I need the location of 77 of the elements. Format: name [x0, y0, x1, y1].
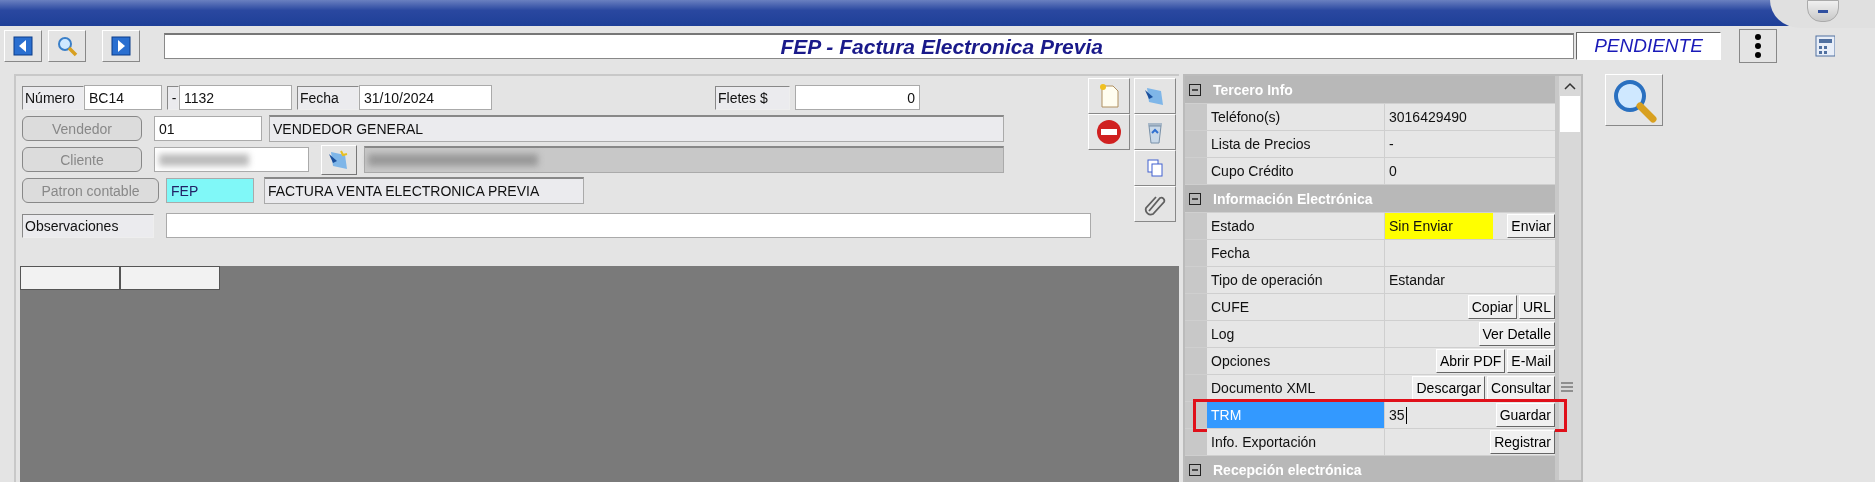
- scroll-up-icon[interactable]: [1564, 82, 1576, 90]
- property-button[interactable]: Copiar: [1467, 295, 1517, 319]
- calculator-icon[interactable]: [1815, 35, 1835, 57]
- property-button[interactable]: Consultar: [1487, 376, 1555, 400]
- separator-label: -: [167, 85, 179, 110]
- lookup-button[interactable]: [321, 144, 357, 175]
- new-document-icon: [1098, 83, 1120, 109]
- property-button[interactable]: Enviar: [1507, 214, 1555, 238]
- property-name[interactable]: Lista de Precios: [1207, 131, 1385, 157]
- fletes-label: Fletes $: [715, 85, 790, 110]
- recycle-bin-button[interactable]: [1134, 114, 1176, 150]
- cliente-code-field[interactable]: [154, 147, 309, 172]
- property-name[interactable]: Cupo Crédito: [1207, 158, 1385, 184]
- fletes-field[interactable]: 0: [795, 85, 920, 110]
- property-name[interactable]: CUFE: [1207, 294, 1385, 320]
- new-document-button[interactable]: [1088, 78, 1130, 114]
- edit-button[interactable]: [1134, 78, 1176, 114]
- property-value: 3016429490: [1389, 108, 1468, 127]
- previous-icon: [13, 36, 33, 56]
- property-value: 0: [1389, 162, 1398, 181]
- serie-field[interactable]: BC14: [84, 85, 162, 110]
- property-name[interactable]: Info. Exportación: [1207, 429, 1385, 455]
- property-name[interactable]: Log: [1207, 321, 1385, 347]
- attach-button[interactable]: [1134, 186, 1176, 222]
- copy-icon: [1146, 158, 1164, 178]
- patron-code-field[interactable]: FEP: [166, 178, 254, 203]
- stop-icon: [1096, 119, 1122, 145]
- property-button[interactable]: E-Mail: [1507, 349, 1555, 373]
- collapse-icon[interactable]: [1189, 83, 1201, 96]
- next-icon: [111, 36, 131, 56]
- property-button[interactable]: URL: [1519, 295, 1555, 319]
- numero-label: Número: [22, 85, 84, 110]
- vendedor-name-field: VENDEDOR GENERAL: [269, 115, 1004, 142]
- property-input[interactable]: 35: [1389, 402, 1407, 428]
- fecha-label: Fecha: [297, 85, 359, 110]
- observaciones-field[interactable]: [166, 213, 1091, 238]
- search-icon: [56, 35, 78, 57]
- property-value: Estandar: [1389, 271, 1447, 290]
- observaciones-label: Observaciones: [22, 213, 154, 238]
- property-button[interactable]: Guardar: [1495, 403, 1555, 427]
- more-options-button[interactable]: [1739, 29, 1777, 63]
- property-button[interactable]: Abrir PDF: [1435, 349, 1506, 373]
- section-title: Tercero Info: [1213, 81, 1293, 98]
- vendedor-code-field[interactable]: 01: [154, 116, 262, 141]
- property-button[interactable]: Ver Detalle: [1478, 322, 1555, 346]
- property-name[interactable]: Teléfono(s): [1207, 104, 1385, 130]
- search-button[interactable]: [48, 30, 86, 62]
- property-value: Sin Enviar: [1385, 213, 1493, 239]
- recycle-bin-icon: [1146, 120, 1164, 144]
- property-value: -: [1389, 135, 1395, 154]
- section-title: Información Electrónica: [1213, 190, 1373, 207]
- next-button[interactable]: [102, 30, 140, 62]
- property-name[interactable]: Fecha: [1207, 240, 1385, 266]
- collapse-icon[interactable]: [1189, 192, 1201, 205]
- property-button[interactable]: Descargar: [1412, 376, 1486, 400]
- property-button[interactable]: Registrar: [1490, 430, 1555, 454]
- section-title: Recepción electrónica: [1213, 461, 1362, 478]
- patron-name-field: FACTURA VENTA ELECTRONICA PREVIA: [264, 177, 584, 204]
- numero-field[interactable]: 1132: [179, 85, 292, 110]
- property-name[interactable]: Estado: [1207, 213, 1385, 239]
- copy-button[interactable]: [1134, 150, 1176, 186]
- stop-button[interactable]: [1088, 114, 1130, 150]
- search-icon: [1611, 77, 1657, 123]
- scrollbar-thumb[interactable]: [1560, 96, 1580, 132]
- vertical-dots-icon: [1754, 33, 1762, 59]
- scrollbar[interactable]: [1559, 76, 1581, 480]
- document-title: FEP - Factura Electronica Previa: [164, 33, 1574, 59]
- property-name[interactable]: Opciones: [1207, 348, 1385, 374]
- splitter-grip-icon[interactable]: [1561, 382, 1573, 392]
- search-button[interactable]: [1605, 74, 1663, 126]
- minimize-button[interactable]: [1806, 0, 1839, 22]
- collapse-icon[interactable]: [1189, 463, 1201, 476]
- date-field[interactable]: 31/10/2024: [359, 85, 492, 110]
- previous-button[interactable]: [4, 30, 42, 62]
- property-name[interactable]: Documento XML: [1207, 375, 1385, 401]
- status-label: PENDIENTE: [1576, 32, 1721, 60]
- property-name[interactable]: Tipo de operación: [1207, 267, 1385, 293]
